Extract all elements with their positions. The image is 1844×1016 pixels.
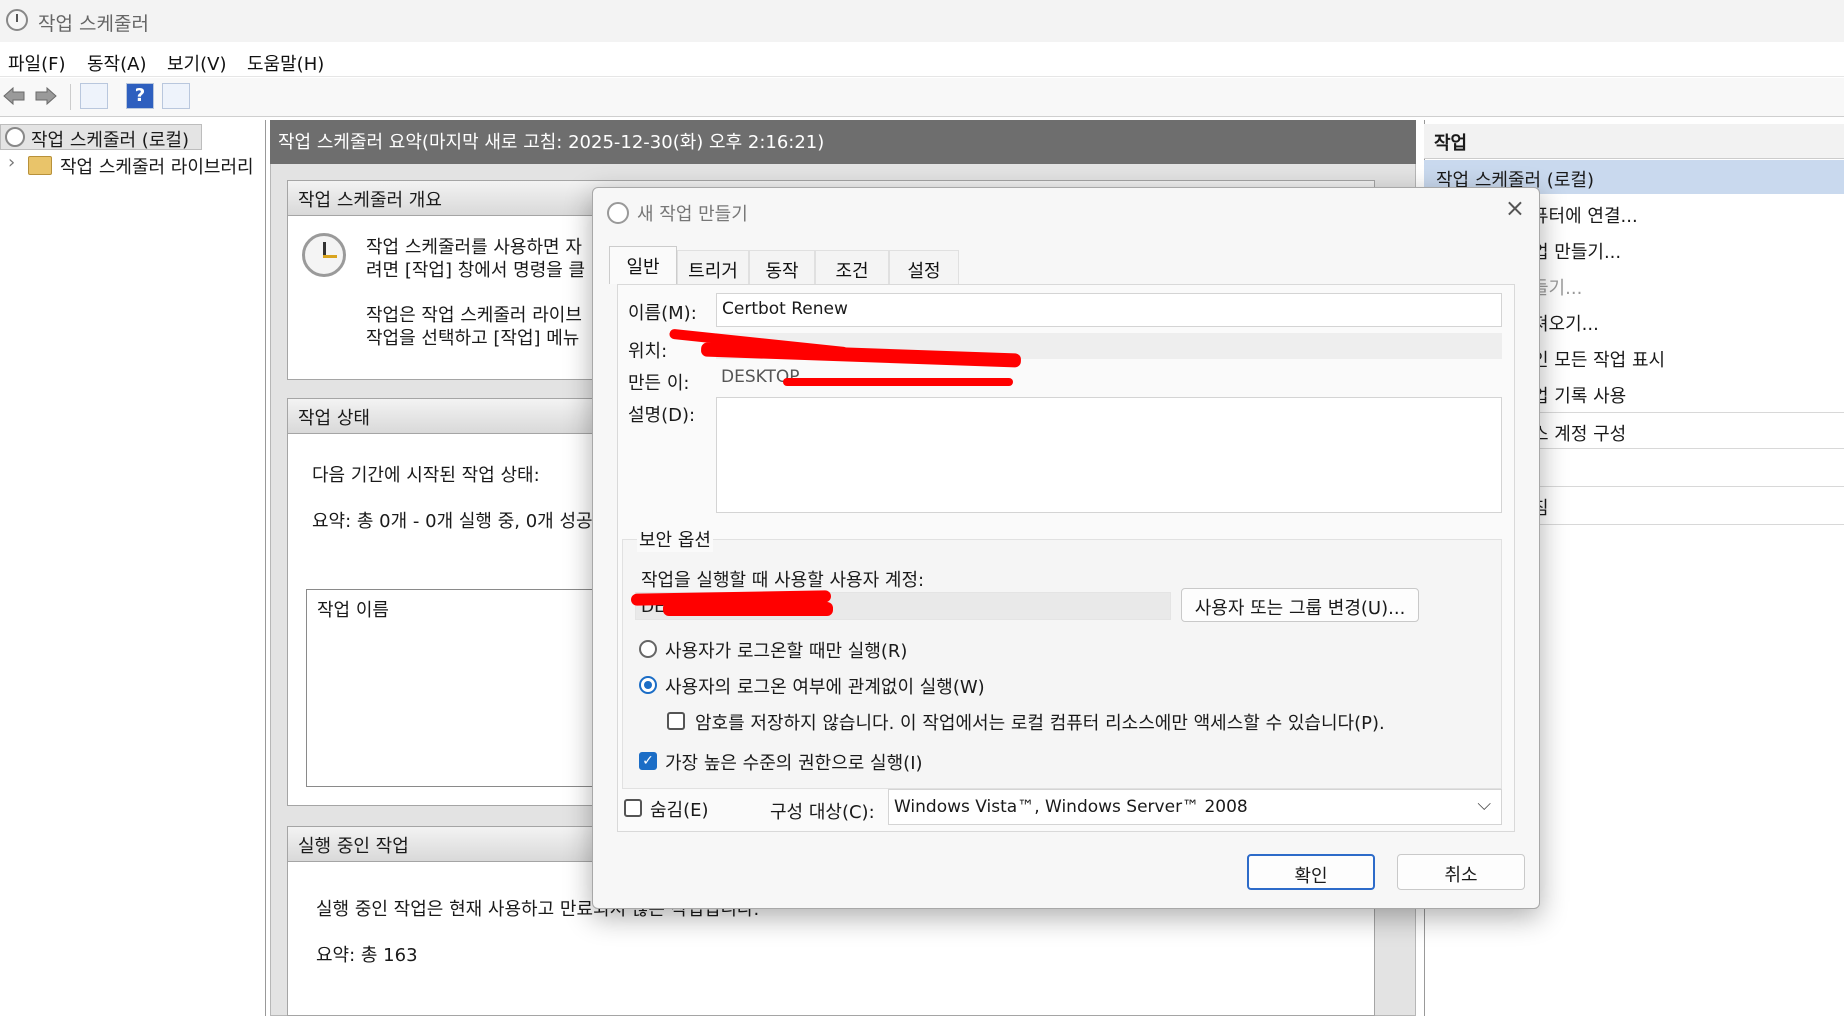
menu-view[interactable]: 보기(V) (167, 50, 226, 76)
menu-action[interactable]: 동작(A) (87, 50, 146, 76)
overview-line: 작업을 선택하고 [작업] 메뉴 (366, 328, 580, 349)
author-label: 만든 이: (628, 373, 690, 394)
console-tree: 작업 스케줄러 (로컬) › 작업 스케줄러 라이브러리 (0, 120, 266, 1016)
task-scheduler-clock-icon (6, 9, 28, 31)
back-arrow-icon[interactable] (2, 86, 26, 106)
description-label: 설명(D): (628, 405, 696, 426)
tree-item-label: 작업 스케줄러 (로컬) (31, 130, 189, 151)
highest-privileges-label[interactable]: 가장 높은 수준의 권한으로 실행(I) (665, 749, 923, 775)
configure-for-label: 구성 대상(C): (770, 802, 875, 823)
large-clock-icon (302, 233, 346, 277)
run-only-logged-on-radio[interactable] (639, 640, 657, 658)
toolbar: ? (0, 78, 1844, 117)
user-account-label: 작업을 실행할 때 사용할 사용자 계정: (641, 570, 925, 591)
menu-help[interactable]: 도움말(H) (247, 50, 324, 76)
chevron-down-icon[interactable]: ⌵ (1477, 794, 1491, 815)
hidden-label[interactable]: 숨김(E) (650, 796, 709, 822)
expand-chevron-icon[interactable]: › (8, 152, 15, 173)
actions-pane-title: 작업 (1434, 133, 1468, 154)
description-field[interactable] (716, 397, 1502, 513)
action-create-basic-task[interactable]: 업 만들기... (1532, 238, 1621, 264)
dialog-title: 새 작업 만들기 (637, 204, 748, 225)
redaction-scribble (663, 602, 833, 616)
do-not-store-password-label[interactable]: 암호를 저장하지 않습니다. 이 작업에서는 로컬 컴퓨터 리소스에만 액세스할… (695, 709, 1385, 735)
tree-item-library[interactable]: › 작업 스케줄러 라이브러리 (0, 152, 265, 178)
section-title: 작업 상태 (298, 408, 370, 429)
cancel-button[interactable]: 취소 (1397, 854, 1525, 890)
tab-general[interactable]: 일반 (609, 246, 677, 284)
section-title: 작업 스케줄러 개요 (298, 190, 442, 211)
section-title: 실행 중인 작업 (298, 836, 409, 857)
window-titlebar: 작업 스케줄러 (0, 0, 1844, 42)
running-summary: 요약: 총 163 (316, 945, 418, 966)
summary-header-text: 작업 스케줄러 요약(마지막 새로 고침: 2025-12-30(화) 오후 2… (278, 132, 825, 153)
toolbar-separator (70, 84, 71, 110)
action-connect-computer[interactable]: 퓨터에 연결... (1532, 202, 1638, 228)
location-label: 위치: (628, 341, 668, 362)
dialog-clock-icon (607, 202, 629, 224)
window-title: 작업 스케줄러 (38, 13, 149, 35)
security-options-title: 보안 옵션 (637, 526, 713, 552)
action-service-account-config[interactable]: 스 계정 구성 (1532, 420, 1626, 446)
tree-item-label: 작업 스케줄러 라이브러리 (60, 157, 254, 178)
highest-privileges-checkbox[interactable]: ✓ (639, 752, 657, 770)
ok-button[interactable]: 확인 (1247, 854, 1375, 890)
close-icon[interactable]: × (1505, 194, 1525, 222)
menu-file[interactable]: 파일(F) (8, 50, 66, 76)
run-whether-logged-on-label[interactable]: 사용자의 로그온 여부에 관계없이 실행(W) (665, 673, 985, 699)
change-user-group-button[interactable]: 사용자 또는 그룹 변경(U)... (1181, 588, 1419, 622)
configure-for-select[interactable]: Windows Vista™, Windows Server™ 2008 ⌵ (888, 789, 1502, 825)
action-display-running-tasks[interactable]: 인 모든 작업 표시 (1532, 346, 1665, 372)
overview-line: 려면 [작업] 창에서 명령을 클 (366, 260, 586, 281)
tab-triggers[interactable]: 트리거 (677, 250, 749, 284)
action-import-task[interactable]: 져오기... (1532, 310, 1599, 336)
actions-pane-header: 작업 (1424, 124, 1844, 159)
tree-item-task-scheduler-local[interactable]: 작업 스케줄러 (로컬) (0, 124, 202, 151)
folder-icon (28, 156, 52, 175)
tab-conditions[interactable]: 조건 (815, 250, 889, 284)
create-task-dialog: 새 작업 만들기 × 일반 트리거 동작 조건 설정 이름(M): Certbo… (592, 187, 1540, 909)
configure-for-value: Windows Vista™, Windows Server™ 2008 (894, 797, 1248, 817)
tab-actions[interactable]: 동작 (749, 250, 815, 284)
hidden-checkbox[interactable] (624, 799, 642, 817)
action-enable-history[interactable]: 업 기록 사용 (1532, 382, 1626, 408)
column-header-task-name[interactable]: 작업 이름 (317, 596, 389, 622)
help-icon[interactable]: ? (126, 83, 154, 109)
run-whether-logged-on-radio[interactable] (639, 676, 657, 694)
menu-bar: 파일(F) 동작(A) 보기(V) 도움말(H) (0, 44, 1844, 77)
security-options-group: 보안 옵션 작업을 실행할 때 사용할 사용자 계정: DESKTOP 사용자 … (622, 526, 1502, 789)
general-tab-panel: 이름(M): Certbot Renew 위치: ₩ 만든 이: DESKTOP… (617, 284, 1515, 832)
clock-icon (5, 127, 25, 147)
name-field[interactable]: Certbot Renew (716, 293, 1502, 327)
status-summary-text: 요약: 총 0개 - 0개 실행 중, 0개 성공 (312, 511, 593, 532)
forward-arrow-icon[interactable] (34, 86, 58, 106)
action-pane-icon[interactable] (162, 83, 190, 109)
summary-header: 작업 스케줄러 요약(마지막 새로 고침: 2025-12-30(화) 오후 2… (270, 120, 1416, 164)
tab-settings[interactable]: 설정 (889, 250, 959, 284)
run-only-logged-on-label[interactable]: 사용자가 로그온할 때만 실행(R) (665, 637, 907, 663)
do-not-store-password-checkbox[interactable] (667, 712, 685, 730)
redaction-scribble (783, 378, 1013, 386)
status-period-text: 다음 기간에 시작된 작업 상태: (312, 465, 540, 486)
console-tree-icon[interactable] (80, 83, 108, 109)
name-label: 이름(M): (628, 303, 697, 324)
